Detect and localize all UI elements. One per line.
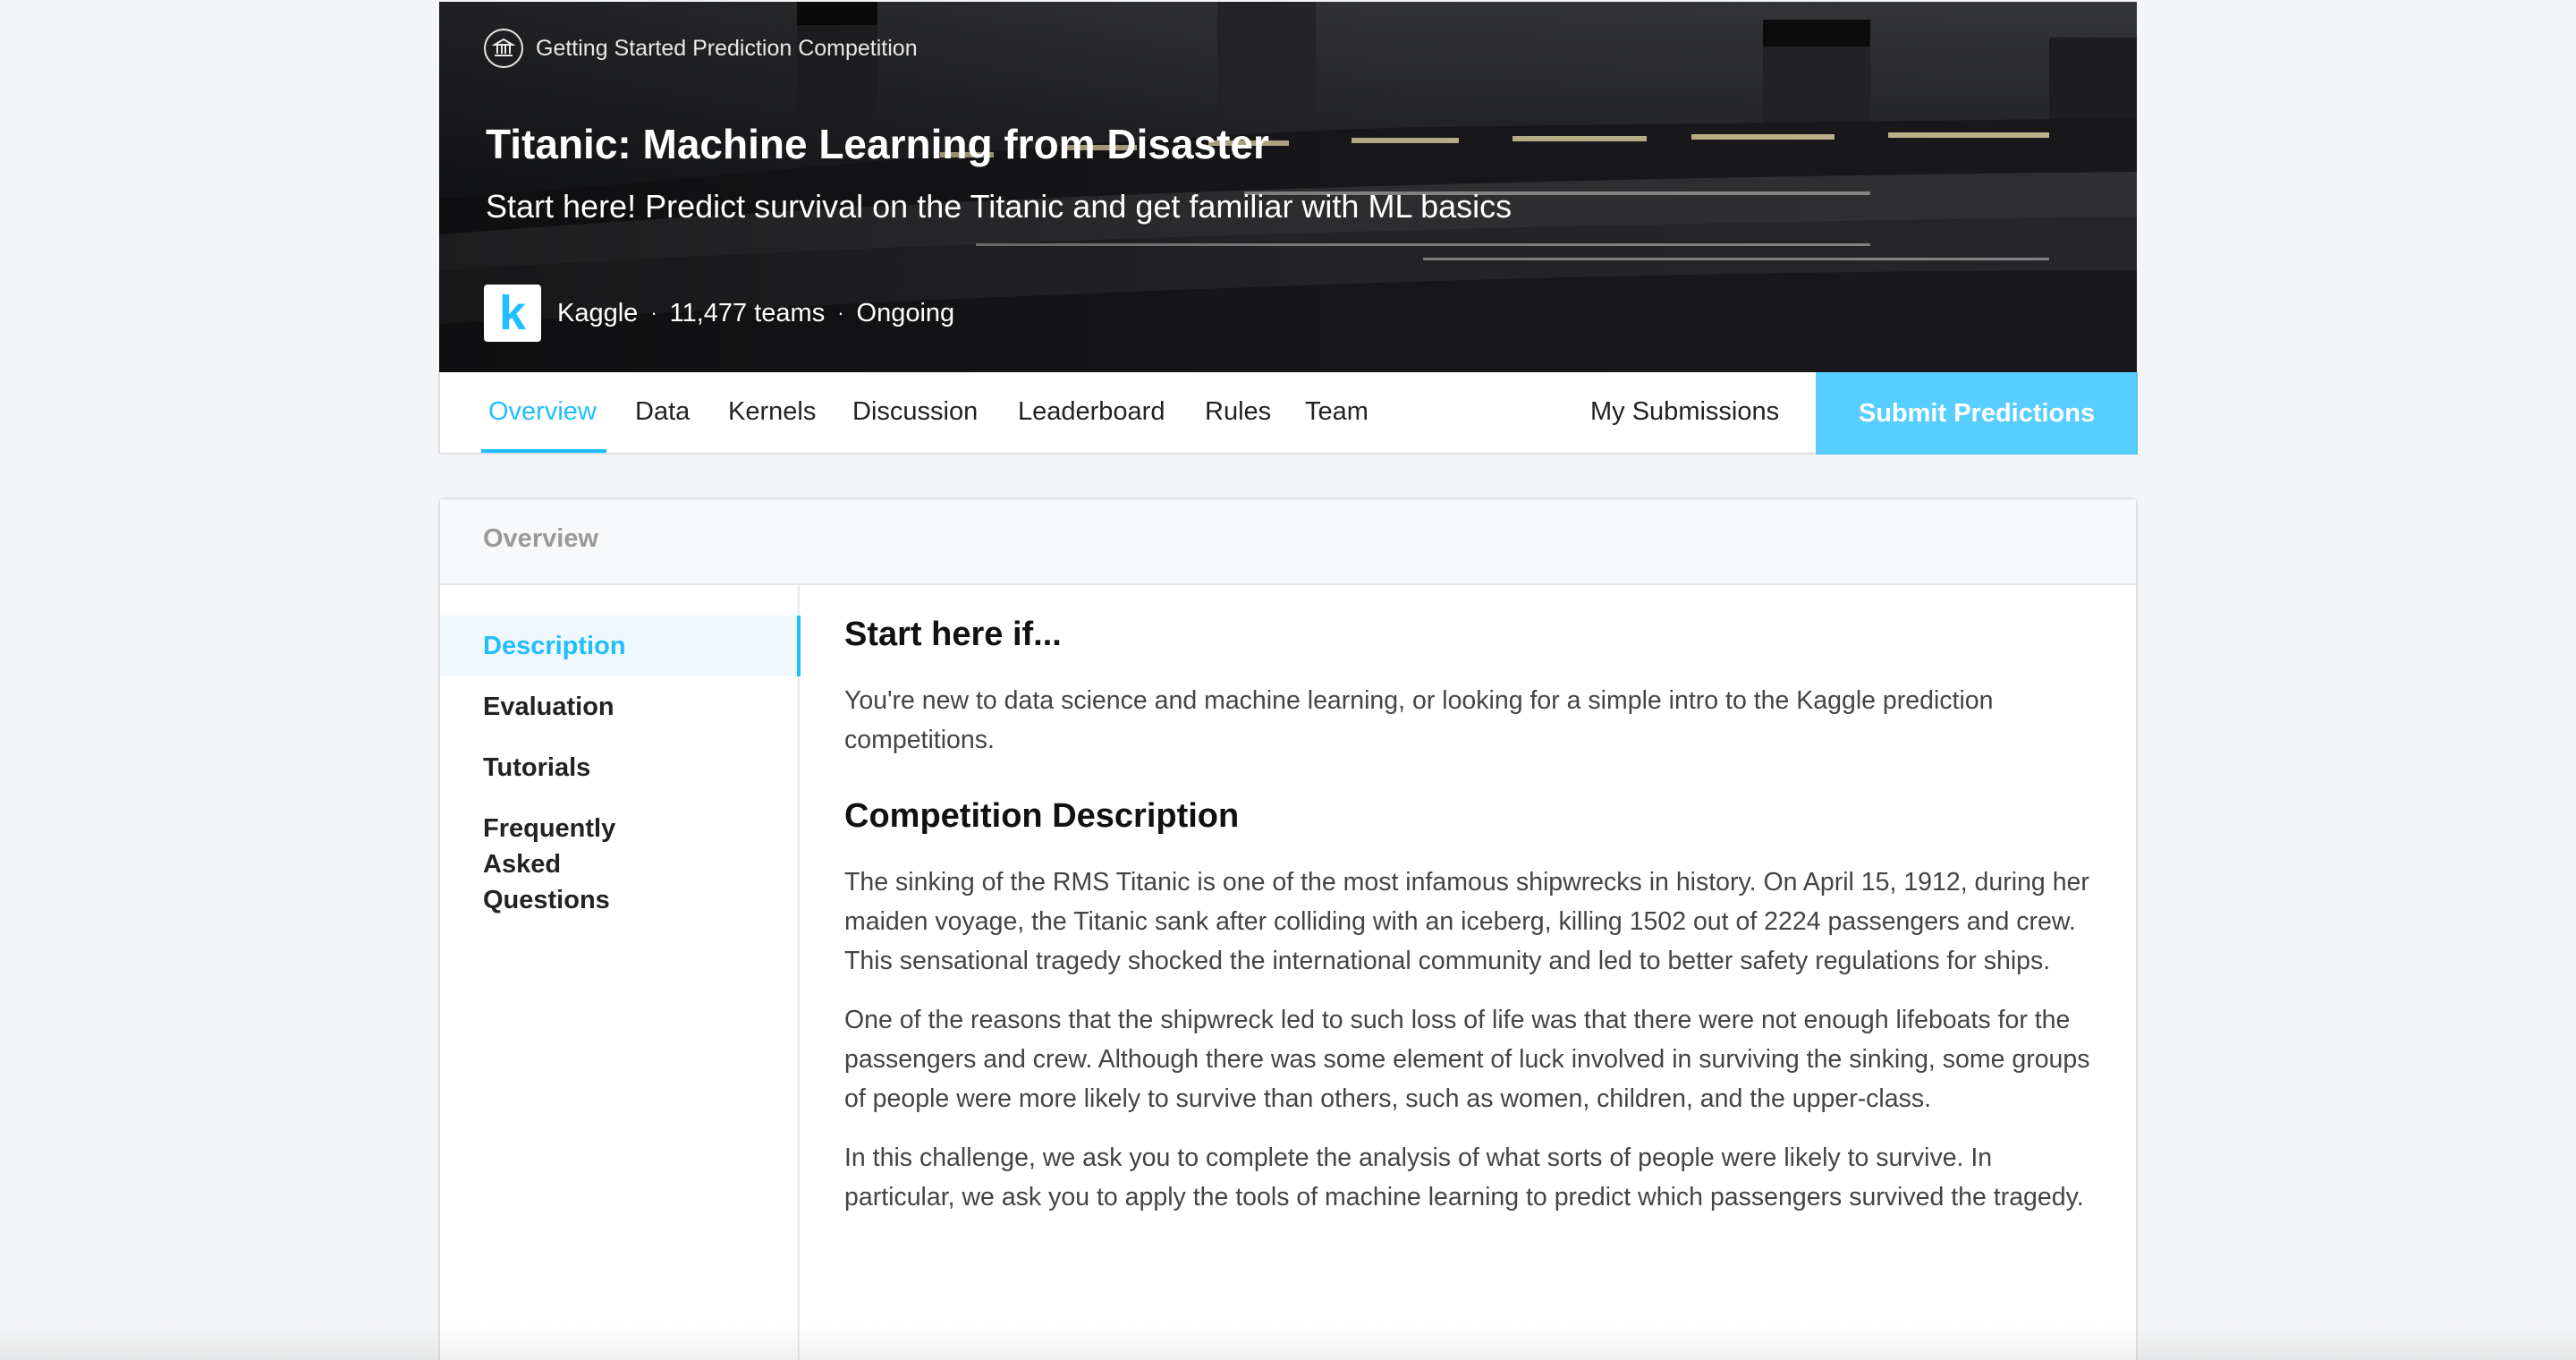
sidenav-item-tutorials[interactable]: Tutorials (440, 737, 798, 798)
paragraph: The sinking of the RMS Titanic is one of… (844, 868, 2089, 975)
tab-team[interactable]: Team (1305, 372, 1368, 453)
separator-dot: · (837, 302, 844, 324)
tab-rules[interactable]: Rules (1205, 372, 1271, 453)
tab-leaderboard[interactable]: Leaderboard (1018, 372, 1165, 453)
host-name[interactable]: Kaggle (557, 299, 638, 328)
my-submissions-link[interactable]: My Submissions (1590, 372, 1779, 453)
sidenav-item-evaluation[interactable]: Evaluation (440, 676, 798, 737)
sidenav-item-description[interactable]: Description (440, 616, 801, 676)
competition-status: Ongoing (856, 298, 955, 327)
tab-overview[interactable]: Overview (488, 372, 597, 453)
page: Getting Started Prediction Competition T… (0, 0, 2576, 1360)
overview-card: Overview Description Evaluation Tutorial… (438, 497, 2138, 1360)
section-heading: Start here if... (844, 616, 1062, 653)
section-heading: Competition Description (844, 797, 1240, 835)
separator-dot: · (650, 302, 657, 324)
competition-subtitle: Start here! Predict survival on the Tita… (486, 188, 1513, 225)
tab-data[interactable]: Data (635, 372, 690, 453)
submit-predictions-button[interactable]: Submit Predictions (1816, 372, 2138, 455)
competition-nav: Overview Data Kernels Discussion Leaderb… (438, 372, 2138, 455)
tab-kernels[interactable]: Kernels (728, 372, 816, 453)
sidenav-item-faq[interactable]: Frequently Asked Questions (440, 798, 708, 931)
competition-title: Titanic: Machine Learning from Disaster (486, 121, 1269, 167)
paragraph: In this challenge, we ask you to complet… (844, 1143, 2084, 1211)
card-header: Overview (440, 499, 2136, 585)
competition-header: Getting Started Prediction Competition T… (439, 2, 2137, 372)
competition-type-badge: Getting Started Prediction Competition (484, 29, 918, 68)
paragraph: You're new to data science and machine l… (844, 686, 1994, 754)
host-info: k Kaggle · 11,477 teams · Ongoing (484, 285, 954, 342)
team-count[interactable]: 11,477 teams (670, 299, 826, 328)
institution-icon (484, 29, 523, 68)
active-tab-indicator (481, 449, 606, 453)
tab-discussion[interactable]: Discussion (852, 372, 978, 453)
overview-sidenav: Description Evaluation Tutorials Frequen… (440, 585, 801, 1360)
description-content: Start here if... You're new to data scie… (844, 616, 2097, 1237)
paragraph: One of the reasons that the shipwreck le… (844, 1006, 2090, 1113)
competition-shell: Getting Started Prediction Competition T… (438, 0, 2138, 1360)
kaggle-logo-icon[interactable]: k (484, 285, 541, 342)
competition-type-label: Getting Started Prediction Competition (536, 35, 918, 61)
